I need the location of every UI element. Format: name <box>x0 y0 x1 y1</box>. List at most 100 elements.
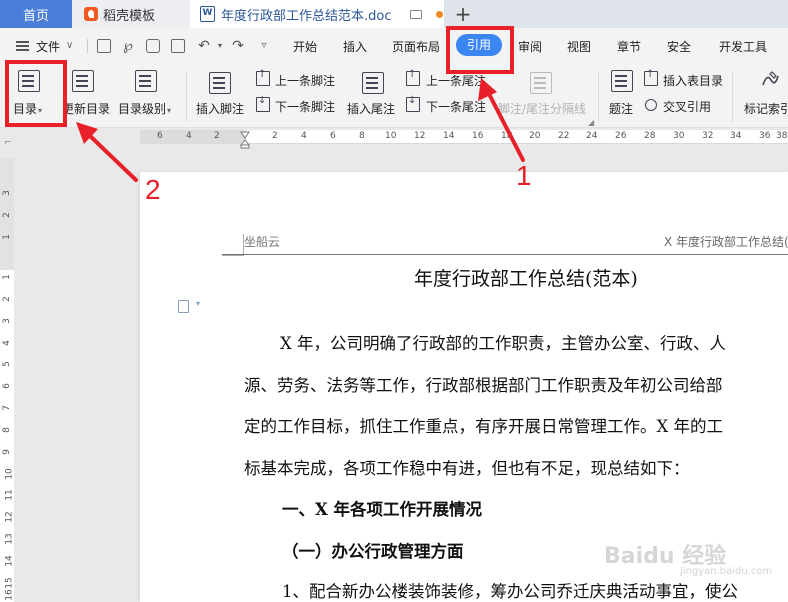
ribbon-divider <box>598 72 599 122</box>
ruler-tick: 5 <box>2 361 12 367</box>
save-icon[interactable] <box>97 39 111 53</box>
screen-icon[interactable] <box>410 10 422 19</box>
tab-bar: 首页 稻壳模板 W 年度行政部工作总结范本.doc + <box>0 0 788 28</box>
redo-icon[interactable]: ↷ <box>230 38 246 54</box>
highlight-box-toc <box>5 60 67 127</box>
next-endnote-icon[interactable] <box>406 97 420 112</box>
unsaved-dot-icon <box>436 11 443 18</box>
separator-line-icon[interactable] <box>530 72 552 94</box>
ruler-tick: 6 <box>330 131 336 141</box>
menu-page-layout[interactable]: 页面布局 <box>392 38 440 55</box>
ruler-tick: 26 <box>615 131 626 141</box>
heading-level2: （一）办公行政管理方面 <box>282 538 464 562</box>
tab-daoke-label: 稻壳模板 <box>103 5 155 24</box>
ruler-tick: 32 <box>702 131 713 141</box>
highlight-box-references <box>446 26 514 74</box>
menu-review[interactable]: 审阅 <box>518 38 542 55</box>
ruler-tick: 2 <box>2 296 12 302</box>
ruler-tick: 4 <box>2 340 12 346</box>
ruler-tick: 3 <box>2 190 12 196</box>
menu-view[interactable]: 视图 <box>567 38 591 55</box>
insert-endnote-icon[interactable] <box>362 72 384 94</box>
ruler-tick: 10 <box>385 131 396 141</box>
paragraph-tools-icon[interactable] <box>178 300 189 313</box>
next-footnote-icon[interactable] <box>256 97 270 112</box>
tab-home[interactable]: 首页 <box>0 0 72 28</box>
paragraph-line: 源、劳务、法务等工作，行政部根据部门工作职责及年初公司给部 <box>244 372 723 396</box>
ribbon-divider <box>186 72 187 122</box>
page-corner-mark <box>222 234 244 256</box>
insert-footnote-button[interactable]: 插入脚注 <box>196 100 244 117</box>
insert-footnote-icon[interactable] <box>209 72 231 94</box>
footnote-separator-button[interactable]: 脚注/尾注分隔线 <box>498 100 586 117</box>
ruler-tick: 6 <box>157 131 163 141</box>
mark-index-button[interactable]: 标记索引 <box>744 100 788 117</box>
paragraph-line: 定的工作目标，抓住工作重点，有序开展日常管理工作。X 年的工 <box>244 413 723 437</box>
quick-access-dropdown-icon[interactable]: ▿ <box>256 38 272 54</box>
ruler-tick: 3 <box>2 318 12 324</box>
toc-level-dropdown-icon: ▾ <box>167 106 171 115</box>
menu-start[interactable]: 开始 <box>293 38 317 55</box>
ribbon-references: 目录▾ 更新目录 目录级别▾ 插入脚注 上一条脚注 下一条脚注 插入尾注 上一条… <box>0 64 788 128</box>
ruler-tick: 9 <box>2 449 12 455</box>
caption-icon[interactable] <box>611 70 633 92</box>
document-title: 年度行政部工作总结(范本) <box>414 264 638 291</box>
print-icon[interactable] <box>146 39 160 53</box>
menu-file[interactable]: 文件 <box>36 38 60 55</box>
prev-footnote-button[interactable]: 上一条脚注 <box>275 72 335 89</box>
menu-bar: 文件 ∨ ℘ ↶ ▾ ↷ ▿ 开始 插入 页面布局 引用 审阅 视图 章节 安全… <box>0 28 788 64</box>
ruler-tick: 2 <box>214 131 220 141</box>
ruler-tick: 20 <box>529 131 540 141</box>
list-item: 1、配合新办公楼装饰装修，筹办公司乔迁庆典活动事宜，使公 <box>282 578 738 602</box>
hamburger-menu-icon[interactable] <box>16 41 29 51</box>
vertical-ruler[interactable]: 3 2 1 1 2 3 4 5 6 7 8 9 10 11 12 13 14 1… <box>0 158 14 602</box>
ruler-corner: ⌐ <box>4 138 12 148</box>
ruler-tick: 28 <box>644 131 655 141</box>
paragraph-tools-dropdown-icon[interactable]: ▾ <box>196 299 200 308</box>
cross-reference-icon[interactable] <box>645 99 657 111</box>
horizontal-ruler[interactable]: 6 4 2 2 4 6 8 10 12 14 16 18 20 22 24 26… <box>140 130 788 144</box>
menu-divider <box>87 39 88 53</box>
toc-level-button[interactable]: 目录级别▾ <box>118 100 171 117</box>
chevron-down-icon[interactable]: ∨ <box>66 40 73 51</box>
indent-marker-icon[interactable] <box>240 131 250 149</box>
toc-level-icon[interactable] <box>135 70 157 92</box>
insert-table-toc-button[interactable]: 插入表目录 <box>663 72 723 89</box>
ruler-tick: 1 <box>2 274 12 280</box>
menu-chapter[interactable]: 章节 <box>617 38 641 55</box>
update-toc-button[interactable]: 更新目录 <box>62 100 110 117</box>
menu-security[interactable]: 安全 <box>667 38 691 55</box>
mark-index-icon[interactable] <box>760 70 780 90</box>
ruler-tick: 36 <box>759 131 770 141</box>
tab-daoke-template[interactable]: 稻壳模板 <box>72 0 190 28</box>
prev-endnote-icon[interactable] <box>406 71 420 86</box>
export-icon[interactable]: ℘ <box>120 38 136 54</box>
undo-dropdown-icon[interactable]: ▾ <box>212 38 228 54</box>
ruler-tick: 6 <box>2 383 12 389</box>
ruler-tick: 30 <box>673 131 684 141</box>
ruler-tick: 11 <box>5 489 15 500</box>
ruler-tick: 7 <box>2 405 12 411</box>
ruler-tick: 1 <box>2 234 12 240</box>
new-tab-button[interactable]: + <box>448 0 478 28</box>
undo-icon[interactable]: ↶ <box>196 38 212 54</box>
insert-endnote-button[interactable]: 插入尾注 <box>347 100 395 117</box>
caption-button[interactable]: 题注 <box>609 100 633 117</box>
menu-insert[interactable]: 插入 <box>343 38 367 55</box>
tab-document[interactable]: W 年度行政部工作总结范本.doc <box>190 0 444 28</box>
step-number-1: 1 <box>516 160 532 192</box>
daoke-logo-icon <box>84 7 98 21</box>
print-preview-icon[interactable] <box>171 39 185 53</box>
header-left-text: 坐船云 <box>244 233 280 250</box>
ruler-tick: 18 <box>501 131 512 141</box>
insert-table-toc-icon[interactable] <box>644 71 658 86</box>
prev-footnote-icon[interactable] <box>256 71 270 86</box>
prev-endnote-button[interactable]: 上一条尾注 <box>426 72 486 89</box>
cross-reference-button[interactable]: 交叉引用 <box>663 98 711 115</box>
word-doc-icon: W <box>200 6 215 22</box>
update-toc-icon[interactable] <box>72 70 94 92</box>
dialog-launcher-icon[interactable]: ◢ <box>588 118 594 127</box>
next-endnote-button[interactable]: 下一条尾注 <box>426 98 486 115</box>
menu-developer[interactable]: 开发工具 <box>719 38 767 55</box>
next-footnote-button[interactable]: 下一条脚注 <box>275 98 335 115</box>
